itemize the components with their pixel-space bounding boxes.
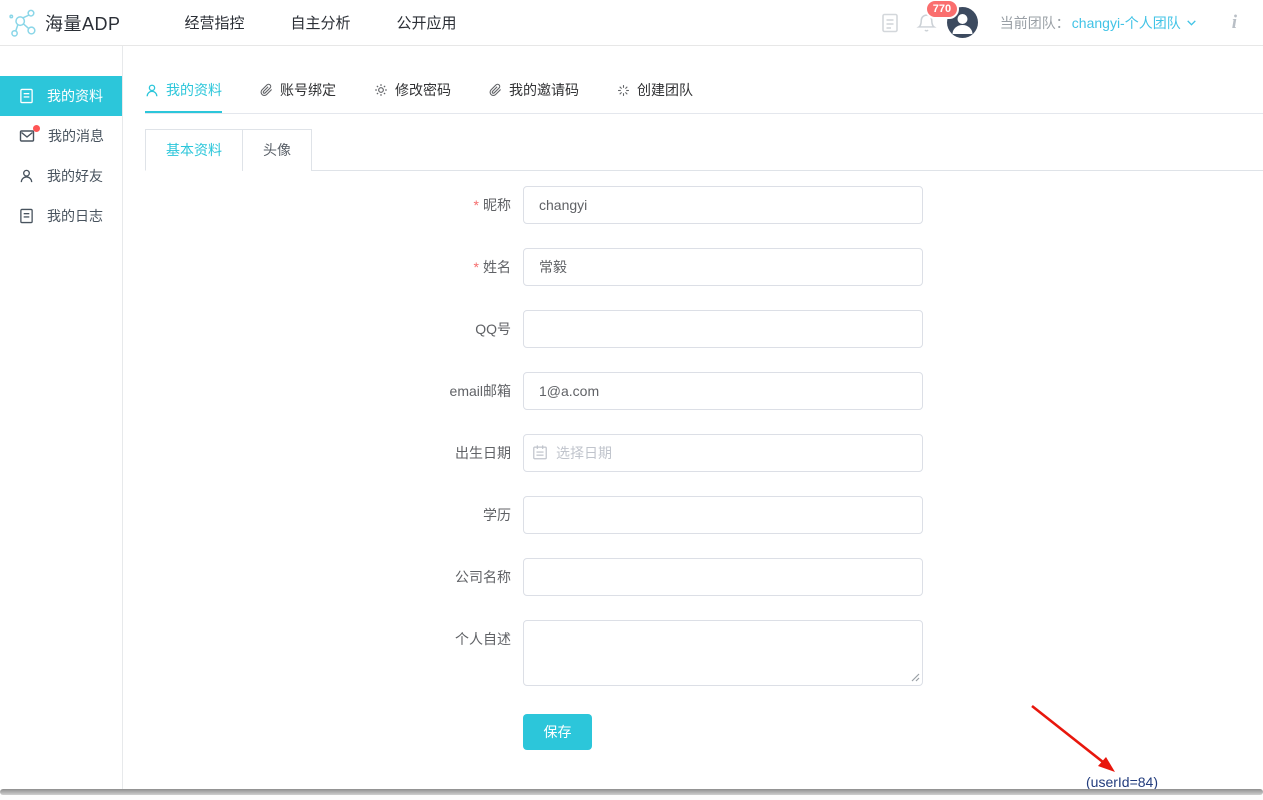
field-label: 出生日期: [145, 434, 511, 472]
nickname-field[interactable]: [523, 186, 923, 224]
tab-label: 我的邀请码: [509, 80, 579, 100]
save-button[interactable]: 保存: [523, 714, 592, 750]
horizontal-scrollbar: [0, 789, 1263, 800]
name-field[interactable]: [523, 248, 923, 286]
notification-badge: 770: [925, 0, 959, 19]
sidebar-item-my-messages[interactable]: 我的消息: [0, 116, 122, 156]
current-team-label: 当前团队：: [1000, 13, 1070, 33]
journal-icon: [19, 208, 34, 224]
form-row-email: email邮箱: [145, 372, 1263, 410]
document-icon: [19, 88, 34, 104]
app-logo[interactable]: 海量ADP: [8, 7, 121, 39]
tab-create-team[interactable]: 创建团队: [617, 80, 693, 113]
top-header: 海量ADP 经营指控 自主分析 公开应用 770: [0, 0, 1263, 46]
field-label: *姓名: [145, 248, 511, 286]
app-body: 我的资料 我的消息 我的好友: [0, 46, 1263, 789]
mail-icon: [19, 129, 35, 143]
user-icon: [145, 83, 159, 98]
tab-my-invite-code[interactable]: 我的邀请码: [489, 80, 579, 113]
user-id-annotation: (userId=84): [1086, 774, 1158, 790]
form-row-self-description: 个人自述: [145, 620, 1263, 686]
birthdate-field[interactable]: [523, 434, 923, 472]
required-mark: *: [474, 197, 479, 213]
sidebar-item-my-journal[interactable]: 我的日志: [0, 196, 122, 236]
chevron-down-icon[interactable]: [1185, 16, 1198, 29]
notifications-button[interactable]: 770: [916, 12, 937, 34]
email-field[interactable]: [523, 372, 923, 410]
sidebar-item-label: 我的消息: [48, 126, 104, 146]
sidebar-item-label: 我的好友: [47, 166, 103, 186]
sidebar: 我的资料 我的消息 我的好友: [0, 46, 123, 789]
tab-my-profile[interactable]: 我的资料: [145, 80, 222, 113]
field-label: 公司名称: [145, 558, 511, 596]
gear-icon: [374, 83, 388, 97]
sidebar-item-my-profile[interactable]: 我的资料: [0, 76, 122, 116]
profile-subtabs: 基本资料 头像: [145, 129, 1263, 171]
brand-title: 海量ADP: [45, 10, 121, 36]
subtab-basic-info[interactable]: 基本资料: [145, 129, 243, 171]
education-field[interactable]: [523, 496, 923, 534]
nav-item-operations[interactable]: 经营指控: [185, 12, 245, 33]
form-row-name: *姓名: [145, 248, 1263, 286]
tab-label: 创建团队: [637, 80, 693, 100]
company-field[interactable]: [523, 558, 923, 596]
horizontal-scrollbar-thumb[interactable]: [0, 789, 1263, 795]
subtab-avatar[interactable]: 头像: [242, 129, 312, 171]
profile-tabbar: 我的资料 账号绑定: [145, 46, 1263, 114]
tab-account-binding[interactable]: 账号绑定: [260, 80, 336, 113]
nav-item-public-apps[interactable]: 公开应用: [397, 12, 457, 33]
date-picker[interactable]: [523, 434, 923, 472]
field-label: *昵称: [145, 186, 511, 224]
qq-field[interactable]: [523, 310, 923, 348]
tab-label: 我的资料: [166, 80, 222, 100]
header-right-cluster: 770 当前团队： changyi-个人团队 i: [864, 7, 1249, 38]
info-icon[interactable]: i: [1232, 12, 1237, 34]
form-row-nickname: *昵称: [145, 186, 1263, 224]
top-nav: 经营指控 自主分析 公开应用: [185, 12, 457, 33]
field-label: 学历: [145, 496, 511, 534]
profile-form: *昵称 *姓名 QQ号 email邮箱 出生日期: [145, 186, 1263, 750]
form-row-qq: QQ号: [145, 310, 1263, 348]
sidebar-item-my-friends[interactable]: 我的好友: [0, 156, 122, 196]
form-row-education: 学历: [145, 496, 1263, 534]
team-selector[interactable]: changyi-个人团队: [1072, 13, 1181, 33]
tab-label: 账号绑定: [280, 80, 336, 100]
document-icon[interactable]: [880, 12, 900, 34]
main-content: 我的资料 账号绑定: [123, 46, 1263, 789]
paperclip-icon: [260, 83, 273, 97]
required-mark: *: [474, 259, 479, 275]
field-label: email邮箱: [145, 372, 511, 410]
user-icon: [19, 168, 34, 184]
form-row-birthdate: 出生日期: [145, 434, 1263, 472]
unread-dot: [33, 125, 40, 132]
nav-item-analysis[interactable]: 自主分析: [291, 12, 351, 33]
form-row-company: 公司名称: [145, 558, 1263, 596]
sidebar-item-label: 我的日志: [47, 206, 103, 226]
field-label: QQ号: [145, 310, 511, 348]
field-label: 个人自述: [145, 620, 511, 686]
sidebar-item-label: 我的资料: [47, 86, 103, 106]
sparkle-icon: [617, 84, 630, 97]
molecule-logo-icon: [8, 7, 38, 39]
tab-change-password[interactable]: 修改密码: [374, 80, 451, 113]
paperclip-icon: [489, 83, 502, 97]
self-description-field[interactable]: [523, 620, 923, 686]
tab-label: 修改密码: [395, 80, 451, 100]
